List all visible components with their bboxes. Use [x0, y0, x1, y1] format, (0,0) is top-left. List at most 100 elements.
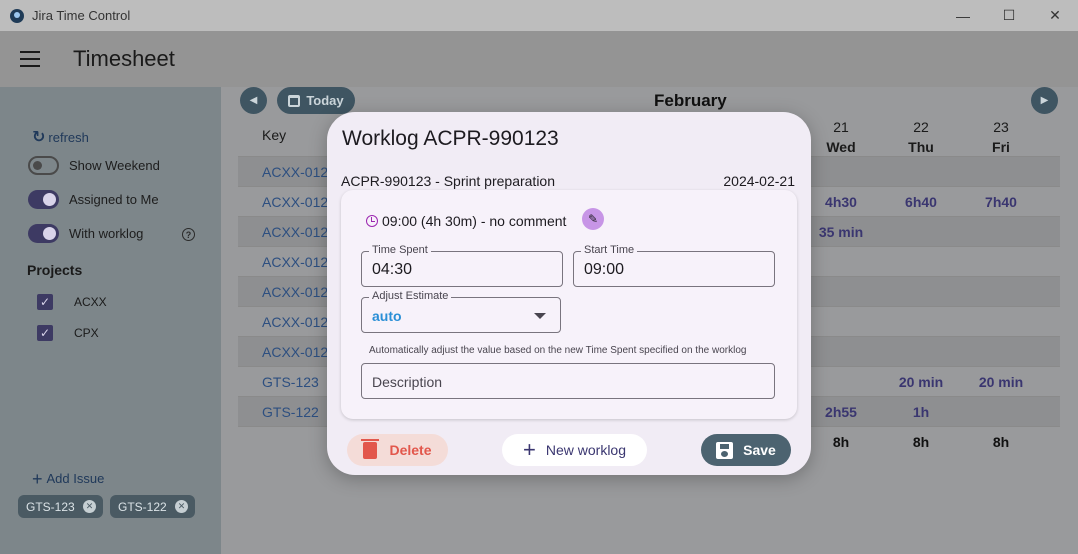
chip-label: GTS-123 — [26, 499, 75, 514]
chip-remove-icon[interactable]: ✕ — [175, 500, 188, 513]
field-label: Adjust Estimate — [369, 290, 452, 302]
show-weekend-switch[interactable] — [28, 156, 59, 175]
worklog-cell[interactable]: 4h30 — [811, 194, 871, 210]
toggle-label: Assigned to Me — [69, 192, 159, 207]
maximize-button[interactable]: ☐ — [986, 0, 1032, 31]
chip-label: GTS-122 — [118, 499, 167, 514]
project-label: CPX — [74, 326, 99, 340]
issue-key-link[interactable]: ACXX-012 — [262, 344, 328, 360]
issue-key-link[interactable]: ACXX-012 — [262, 164, 328, 180]
day-number: 23 — [993, 119, 1009, 135]
issue-key-link[interactable]: ACXX-012 — [262, 224, 328, 240]
worklog-dialog: Worklog ACPR-990123 ACPR-990123 - Sprint… — [327, 112, 811, 475]
with-worklog-switch[interactable] — [28, 224, 59, 243]
total-cell: 8h — [992, 434, 1010, 450]
project-item-cpx[interactable]: ✓ CPX — [37, 325, 99, 341]
dropdown-arrow-icon[interactable] — [534, 313, 546, 319]
issue-summary: ACPR-990123 - Sprint preparation — [341, 173, 556, 189]
next-week-button[interactable]: ▶ — [1031, 87, 1058, 114]
toggle-assigned-to-me[interactable]: Assigned to Me — [28, 190, 159, 209]
issue-key-link[interactable]: ACXX-012 — [262, 314, 328, 330]
worklog-cell[interactable]: 1h — [891, 404, 951, 420]
calendar-icon — [288, 94, 301, 107]
plus-icon: + — [523, 437, 536, 462]
assigned-to-me-switch[interactable] — [28, 190, 59, 209]
window-controls: — ☐ ✕ — [940, 0, 1078, 31]
day-header-fri: 23 Fri — [971, 117, 1031, 157]
window-titlebar: Jira Time Control — ☐ ✕ — [0, 0, 1078, 31]
description-placeholder: Description — [372, 374, 443, 390]
toggle-show-weekend[interactable]: Show Weekend — [28, 156, 160, 175]
plus-icon: + — [32, 468, 43, 489]
today-label: Today — [306, 93, 344, 108]
total-cell: 8h — [832, 434, 850, 450]
projects-heading: Projects — [27, 262, 83, 278]
delete-button[interactable]: Delete — [347, 434, 448, 466]
issue-key-link[interactable]: GTS-123 — [262, 374, 319, 390]
checkbox-checked-icon[interactable]: ✓ — [37, 294, 53, 310]
app-logo-icon — [10, 8, 24, 23]
worklog-cell[interactable]: 20 min — [971, 374, 1031, 390]
issue-chip-gts-123[interactable]: GTS-123 ✕ — [18, 495, 103, 518]
hamburger-menu-icon[interactable] — [20, 51, 40, 67]
description-field[interactable]: Description — [361, 363, 775, 399]
worklog-entry-text: 09:00 (4h 30m) - no comment — [382, 213, 567, 229]
refresh-icon: ↻ — [32, 129, 46, 146]
issue-key-link[interactable]: ACXX-012 — [262, 284, 328, 300]
start-time-value[interactable]: 09:00 — [584, 261, 624, 279]
help-icon[interactable]: ? — [182, 228, 195, 241]
previous-week-button[interactable]: ◀ — [240, 87, 267, 114]
time-spent-value[interactable]: 04:30 — [372, 261, 412, 279]
refresh-button[interactable]: ↻ refresh — [32, 127, 89, 147]
worklog-cell[interactable]: 20 min — [891, 374, 951, 390]
project-item-acxx[interactable]: ✓ ACXX — [37, 294, 107, 310]
toggle-label: Show Weekend — [69, 158, 160, 173]
floppy-disk-icon — [716, 441, 734, 459]
issue-key-link[interactable]: ACXX-012 — [262, 254, 328, 270]
month-label: February — [654, 91, 727, 110]
worklog-cell[interactable]: 35 min — [811, 224, 871, 240]
worklog-cell[interactable]: 7h40 — [971, 194, 1031, 210]
minimize-button[interactable]: — — [940, 0, 986, 31]
field-label: Start Time — [581, 244, 638, 256]
day-header-wed: 21 Wed — [811, 117, 871, 157]
adjust-estimate-select[interactable]: Adjust Estimate auto — [361, 290, 561, 333]
edit-worklog-button[interactable]: ✎ — [582, 208, 604, 230]
today-button[interactable]: Today — [277, 87, 355, 114]
key-column-header: Key — [262, 127, 287, 143]
dialog-title: Worklog ACPR-990123 — [342, 127, 559, 150]
issue-chip-gts-122[interactable]: GTS-122 ✕ — [110, 495, 195, 518]
start-time-field[interactable]: Start Time 09:00 — [573, 244, 775, 287]
adjust-estimate-helper: Automatically adjust the value based on … — [369, 345, 747, 356]
total-cell: 8h — [912, 434, 930, 450]
add-issue-label: Add Issue — [46, 471, 105, 486]
issue-key-link[interactable]: ACXX-012 — [262, 194, 328, 210]
day-number: 21 — [833, 119, 849, 135]
toggle-with-worklog[interactable]: With worklog — [28, 224, 143, 243]
day-number: 22 — [913, 119, 929, 135]
worklog-form-card: 09:00 (4h 30m) - no comment ✎ Time Spent… — [341, 190, 797, 419]
checkbox-checked-icon[interactable]: ✓ — [37, 325, 53, 341]
issue-key-link[interactable]: GTS-122 — [262, 404, 319, 420]
new-worklog-button[interactable]: + New worklog — [502, 434, 647, 466]
save-button[interactable]: Save — [701, 434, 791, 466]
new-worklog-label: New worklog — [545, 442, 626, 458]
add-issue-button[interactable]: + Add Issue — [32, 468, 105, 489]
worklog-cell[interactable]: 2h55 — [811, 404, 871, 420]
worklog-date: 2024-02-21 — [723, 173, 795, 189]
time-spent-field[interactable]: Time Spent 04:30 — [361, 244, 563, 287]
delete-label: Delete — [389, 442, 432, 458]
close-window-button[interactable]: ✕ — [1032, 0, 1078, 31]
day-name: Wed — [826, 139, 856, 155]
chip-remove-icon[interactable]: ✕ — [83, 500, 96, 513]
day-name: Thu — [908, 139, 934, 155]
day-name: Fri — [992, 139, 1010, 155]
app-bar: Timesheet — [0, 31, 1078, 87]
refresh-label: refresh — [48, 129, 89, 145]
adjust-estimate-value: auto — [372, 308, 402, 324]
worklog-cell[interactable]: 6h40 — [891, 194, 951, 210]
window-title: Jira Time Control — [32, 8, 131, 23]
pencil-icon: ✎ — [587, 212, 599, 226]
field-label: Time Spent — [369, 244, 431, 256]
toggle-label: With worklog — [69, 226, 144, 241]
